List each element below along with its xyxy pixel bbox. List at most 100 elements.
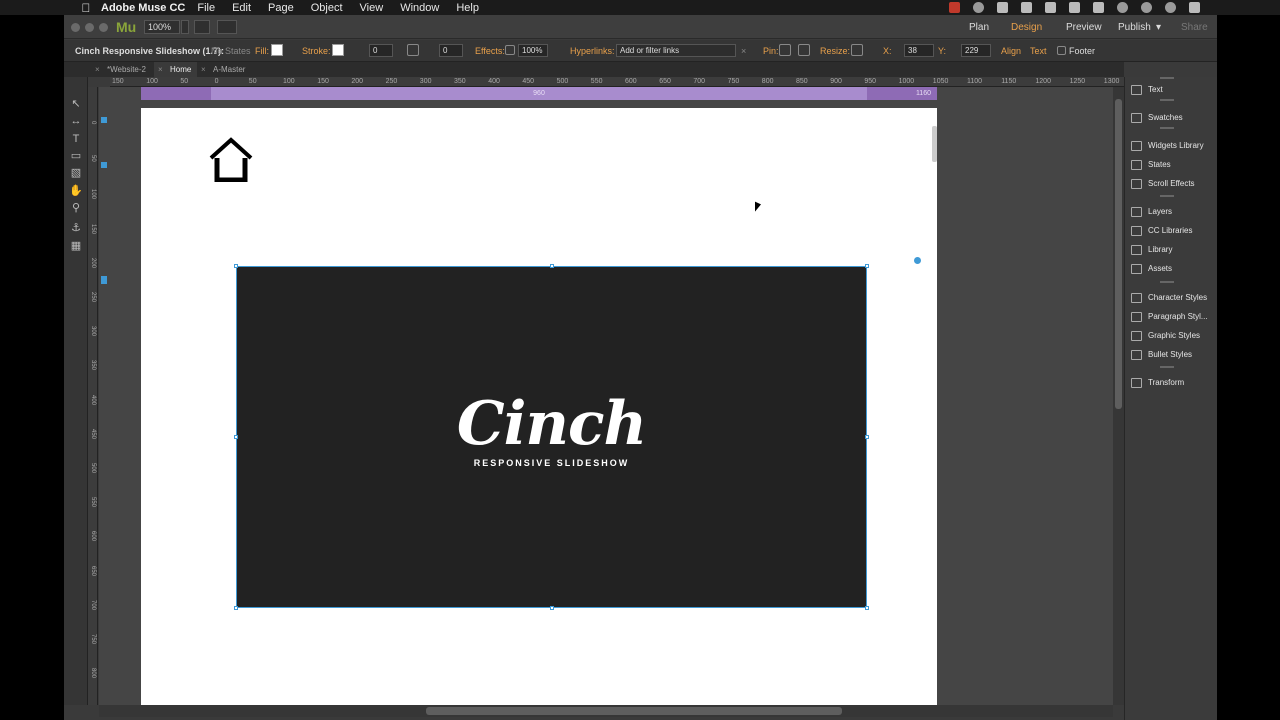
stroke-label[interactable]: Stroke: [302,46,331,56]
record-icon[interactable] [949,2,960,13]
panel-swatches[interactable]: Swatches [1131,111,1183,125]
panel-text[interactable]: Text [1131,83,1163,97]
close-tab-icon[interactable]: × [158,62,163,77]
mode-plan[interactable]: Plan [969,22,989,33]
panel-graphic-styles[interactable]: Graphic Styles [1131,329,1200,343]
scroll-thumb[interactable] [426,707,842,715]
resize-handle[interactable] [865,264,869,268]
pin-label[interactable]: Pin: [763,46,779,56]
rectangle-tool-icon[interactable]: ▭ [69,149,83,163]
resize-handle[interactable] [234,264,238,268]
mode-publish[interactable]: Publish [1118,22,1151,33]
panel-assets[interactable]: Assets [1131,262,1172,276]
panel-states[interactable]: States [1131,158,1171,172]
siri-icon[interactable] [1165,2,1176,13]
panel-group-grip[interactable] [1160,281,1174,283]
panel-bullet-styles[interactable]: Bullet Styles [1131,348,1192,362]
widget-options-badge[interactable] [913,256,922,265]
stroke-width-field[interactable]: 0 [369,44,393,57]
stroke-swatch[interactable] [332,44,344,56]
notifications-icon[interactable] [1189,2,1200,13]
zoom-select[interactable]: 100% [144,20,180,34]
grid-tool-icon[interactable]: ▦ [69,239,83,253]
panel-layers[interactable]: Layers [1131,205,1172,219]
tab-home[interactable]: × Home [154,62,198,77]
resize-mode-icon[interactable] [851,44,863,56]
search-icon[interactable] [1141,2,1152,13]
resize-handle[interactable] [550,264,554,268]
panel-group-grip[interactable] [1160,127,1174,129]
wifi-icon[interactable] [1045,2,1056,13]
breakpoint-marker[interactable] [101,162,107,168]
crop-tool-icon[interactable]: ↔ [69,114,83,128]
breakpoint-marker[interactable] [101,117,107,123]
menu-page[interactable]: Page [268,2,294,14]
y-field[interactable]: 229 [961,44,991,57]
corner-radius-field[interactable]: 0 [439,44,463,57]
panel-scroll-effects[interactable]: Scroll Effects [1131,177,1195,191]
mode-share[interactable]: Share [1181,22,1208,33]
cinch-slideshow[interactable]: Cinch RESPONSIVE SLIDESHOW [234,264,869,610]
clear-link-icon[interactable]: × [741,46,746,56]
tab-a-master[interactable]: × A-Master [197,62,251,77]
resize-handle[interactable] [865,606,869,610]
effects-icon[interactable] [505,45,515,55]
panel-library[interactable]: Library [1131,243,1172,257]
mode-preview[interactable]: Preview [1066,22,1102,33]
dropbox-icon[interactable] [997,2,1008,13]
selection-tool-icon[interactable]: ↖ [69,97,83,111]
hyperlinks-input[interactable]: Add or filter links [616,44,736,57]
states-dropdown[interactable]: No States [211,46,251,56]
effects-label[interactable]: Effects: [475,46,505,56]
text-tool-icon[interactable]: T [69,132,83,146]
align-link[interactable]: Align [1001,46,1021,56]
panel-group-grip[interactable] [1160,99,1174,101]
home-icon[interactable] [209,136,253,182]
volume-icon[interactable] [1093,2,1104,13]
menu-edit[interactable]: Edit [232,2,251,14]
fill-swatch[interactable] [271,44,283,56]
resize-handle[interactable] [234,606,238,610]
pin-center-icon[interactable] [798,44,810,56]
breakpoint-marker[interactable] [101,276,107,284]
zoom-tool-icon[interactable]: ⚲ [69,201,83,215]
airplay-icon[interactable] [1069,2,1080,13]
x-field[interactable]: 38 [904,44,934,57]
pin-grid-icon[interactable] [779,44,791,56]
vertical-scrollbar[interactable] [1113,87,1124,705]
resize-label[interactable]: Resize: [820,46,850,56]
resize-handle[interactable] [234,435,238,439]
horizontal-scrollbar[interactable] [99,705,1113,717]
panel-group-grip[interactable] [1160,195,1174,197]
breakpoint-right[interactable]: 1160 [916,87,931,100]
menu-help[interactable]: Help [456,2,479,14]
panel-group-grip[interactable] [1160,77,1174,79]
tab-website[interactable]: × *Website-2 [91,62,152,77]
page-area[interactable]: Cinch RESPONSIVE SLIDESHOW [141,108,937,705]
close-tab-icon[interactable]: × [201,62,206,77]
zoom-window-button[interactable] [99,23,108,32]
clock-icon[interactable] [1117,2,1128,13]
panel-group-grip[interactable] [1160,366,1174,368]
hyperlinks-label[interactable]: Hyperlinks: [570,46,615,56]
menu-view[interactable]: View [360,2,384,14]
menu-file[interactable]: File [197,2,215,14]
view-options-icon[interactable] [217,20,237,34]
scroll-thumb[interactable] [1115,99,1122,409]
panel-paragraph-styl[interactable]: Paragraph Styl... [1131,310,1208,324]
fill-label[interactable]: Fill: [255,46,269,56]
app-name[interactable]: Adobe Muse CC [101,2,185,14]
panel-cc-libraries[interactable]: CC Libraries [1131,224,1192,238]
panel-character-styles[interactable]: Character Styles [1131,291,1207,305]
hand-tool-icon[interactable]: ✋ [69,184,83,198]
apple-icon[interactable]:  [76,1,96,15]
opacity-field[interactable]: 100% [518,44,548,57]
resize-handle[interactable] [550,606,554,610]
menu-window[interactable]: Window [400,2,439,14]
zoom-dropdown-arrow[interactable] [181,20,189,34]
close-window-button[interactable] [71,23,80,32]
corner-options-icon[interactable] [407,44,419,56]
mode-design[interactable]: Design [1011,22,1042,33]
minimize-window-button[interactable] [85,23,94,32]
preview-page-icon[interactable] [194,20,210,34]
